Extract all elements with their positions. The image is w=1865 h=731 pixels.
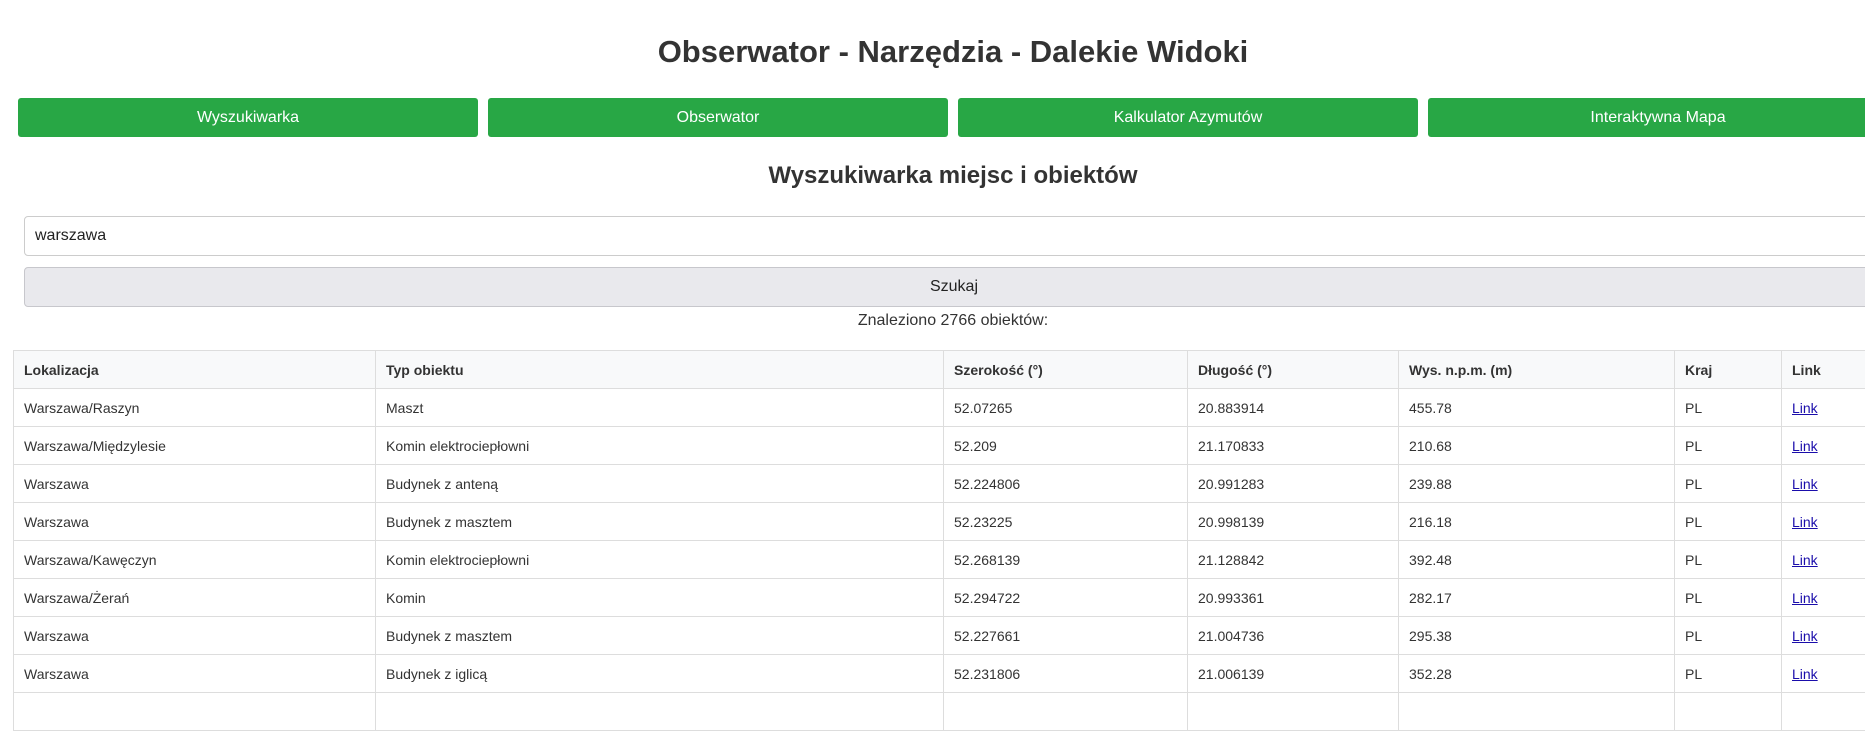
nav-button-wyszukiwarka[interactable]: Wyszukiwarka bbox=[18, 98, 478, 137]
cell-latitude: 52.227661 bbox=[944, 617, 1188, 655]
cell-location: Warszawa/Raszyn bbox=[14, 389, 376, 427]
cell-location: Warszawa bbox=[14, 465, 376, 503]
cell-location bbox=[14, 693, 376, 731]
cell-altitude: 352.28 bbox=[1399, 655, 1675, 693]
row-link[interactable]: Link bbox=[1792, 628, 1818, 644]
cell-link: Link bbox=[1782, 427, 1865, 465]
table-row: WarszawaBudynek z masztem52.22766121.004… bbox=[14, 617, 1865, 655]
row-link[interactable]: Link bbox=[1792, 590, 1818, 606]
cell-latitude: 52.224806 bbox=[944, 465, 1188, 503]
cell-country: PL bbox=[1675, 579, 1782, 617]
cell-type: Komin bbox=[376, 579, 944, 617]
cell-country: PL bbox=[1675, 389, 1782, 427]
cell-altitude: 295.38 bbox=[1399, 617, 1675, 655]
row-link[interactable]: Link bbox=[1792, 666, 1818, 682]
row-link[interactable]: Link bbox=[1792, 400, 1818, 416]
table-body: Warszawa/RaszynMaszt52.0726520.883914455… bbox=[14, 389, 1865, 731]
nav-button-interaktywna-mapa[interactable]: Interaktywna Mapa bbox=[1428, 98, 1865, 137]
cell-longitude: 20.883914 bbox=[1188, 389, 1399, 427]
cell-link: Link bbox=[1782, 389, 1865, 427]
cell-longitude: 21.128842 bbox=[1188, 541, 1399, 579]
cell-type: Budynek z anteną bbox=[376, 465, 944, 503]
cell-country bbox=[1675, 693, 1782, 731]
cell-link: Link bbox=[1782, 579, 1865, 617]
table-row: Warszawa/ŻerańKomin52.29472220.993361282… bbox=[14, 579, 1865, 617]
cell-altitude: 392.48 bbox=[1399, 541, 1675, 579]
column-header-location[interactable]: Lokalizacja bbox=[14, 351, 376, 389]
page-title: Obserwator - Narzędzia - Dalekie Widoki bbox=[0, 30, 1865, 74]
cell-altitude: 282.17 bbox=[1399, 579, 1675, 617]
table-row bbox=[14, 693, 1865, 731]
cell-location: Warszawa/Żerań bbox=[14, 579, 376, 617]
cell-country: PL bbox=[1675, 617, 1782, 655]
cell-country: PL bbox=[1675, 465, 1782, 503]
cell-country: PL bbox=[1675, 541, 1782, 579]
table-row: Warszawa/RaszynMaszt52.0726520.883914455… bbox=[14, 389, 1865, 427]
cell-location: Warszawa bbox=[14, 617, 376, 655]
cell-altitude: 216.18 bbox=[1399, 503, 1675, 541]
cell-latitude: 52.23225 bbox=[944, 503, 1188, 541]
cell-type: Komin elektrociepłowni bbox=[376, 427, 944, 465]
cell-latitude: 52.268139 bbox=[944, 541, 1188, 579]
search-input[interactable] bbox=[24, 216, 1865, 256]
cell-altitude: 210.68 bbox=[1399, 427, 1675, 465]
cell-latitude: 52.231806 bbox=[944, 655, 1188, 693]
column-header-latitude[interactable]: Szerokość (°) bbox=[944, 351, 1188, 389]
cell-link: Link bbox=[1782, 503, 1865, 541]
nav-button-obserwator[interactable]: Obserwator bbox=[488, 98, 948, 137]
column-header-country[interactable]: Kraj bbox=[1675, 351, 1782, 389]
cell-latitude: 52.209 bbox=[944, 427, 1188, 465]
cell-type: Budynek z iglicą bbox=[376, 655, 944, 693]
column-header-type[interactable]: Typ obiektu bbox=[376, 351, 944, 389]
cell-country: PL bbox=[1675, 655, 1782, 693]
cell-country: PL bbox=[1675, 503, 1782, 541]
cell-longitude: 20.991283 bbox=[1188, 465, 1399, 503]
cell-location: Warszawa bbox=[14, 503, 376, 541]
row-link[interactable]: Link bbox=[1792, 476, 1818, 492]
cell-type: Maszt bbox=[376, 389, 944, 427]
search-button[interactable]: Szukaj bbox=[24, 267, 1865, 307]
column-header-altitude[interactable]: Wys. n.p.m. (m) bbox=[1399, 351, 1675, 389]
cell-latitude: 52.07265 bbox=[944, 389, 1188, 427]
cell-longitude: 21.170833 bbox=[1188, 427, 1399, 465]
cell-location: Warszawa/Kawęczyn bbox=[14, 541, 376, 579]
table-header-row: Lokalizacja Typ obiektu Szerokość (°) Dł… bbox=[14, 351, 1865, 389]
cell-longitude: 21.004736 bbox=[1188, 617, 1399, 655]
row-link[interactable]: Link bbox=[1792, 514, 1818, 530]
cell-country: PL bbox=[1675, 427, 1782, 465]
table-row: WarszawaBudynek z iglicą52.23180621.0061… bbox=[14, 655, 1865, 693]
cell-location: Warszawa/Międzylesie bbox=[14, 427, 376, 465]
cell-altitude: 239.88 bbox=[1399, 465, 1675, 503]
table-row: Warszawa/KawęczynKomin elektrociepłowni5… bbox=[14, 541, 1865, 579]
cell-link bbox=[1782, 693, 1865, 731]
cell-type bbox=[376, 693, 944, 731]
column-header-longitude[interactable]: Długość (°) bbox=[1188, 351, 1399, 389]
table-row: WarszawaBudynek z masztem52.2322520.9981… bbox=[14, 503, 1865, 541]
cell-link: Link bbox=[1782, 655, 1865, 693]
cell-altitude: 455.78 bbox=[1399, 389, 1675, 427]
cell-link: Link bbox=[1782, 541, 1865, 579]
cell-type: Budynek z masztem bbox=[376, 503, 944, 541]
cell-link: Link bbox=[1782, 465, 1865, 503]
cell-longitude: 20.993361 bbox=[1188, 579, 1399, 617]
cell-longitude bbox=[1188, 693, 1399, 731]
result-count: Znaleziono 2766 obiektów: bbox=[0, 310, 1865, 332]
row-link[interactable]: Link bbox=[1792, 438, 1818, 454]
nav-button-kalkulator-azymutow[interactable]: Kalkulator Azymutów bbox=[958, 98, 1418, 137]
cell-type: Komin elektrociepłowni bbox=[376, 541, 944, 579]
cell-longitude: 21.006139 bbox=[1188, 655, 1399, 693]
table-row: WarszawaBudynek z anteną52.22480620.9912… bbox=[14, 465, 1865, 503]
results-table: Lokalizacja Typ obiektu Szerokość (°) Dł… bbox=[13, 350, 1865, 731]
cell-latitude: 52.294722 bbox=[944, 579, 1188, 617]
cell-latitude bbox=[944, 693, 1188, 731]
table-row: Warszawa/MiędzylesieKomin elektrociepłow… bbox=[14, 427, 1865, 465]
cell-type: Budynek z masztem bbox=[376, 617, 944, 655]
cell-link: Link bbox=[1782, 617, 1865, 655]
section-title: Wyszukiwarka miejsc i obiektów bbox=[0, 159, 1865, 193]
cell-location: Warszawa bbox=[14, 655, 376, 693]
cell-longitude: 20.998139 bbox=[1188, 503, 1399, 541]
cell-altitude bbox=[1399, 693, 1675, 731]
column-header-link[interactable]: Link bbox=[1782, 351, 1865, 389]
row-link[interactable]: Link bbox=[1792, 552, 1818, 568]
